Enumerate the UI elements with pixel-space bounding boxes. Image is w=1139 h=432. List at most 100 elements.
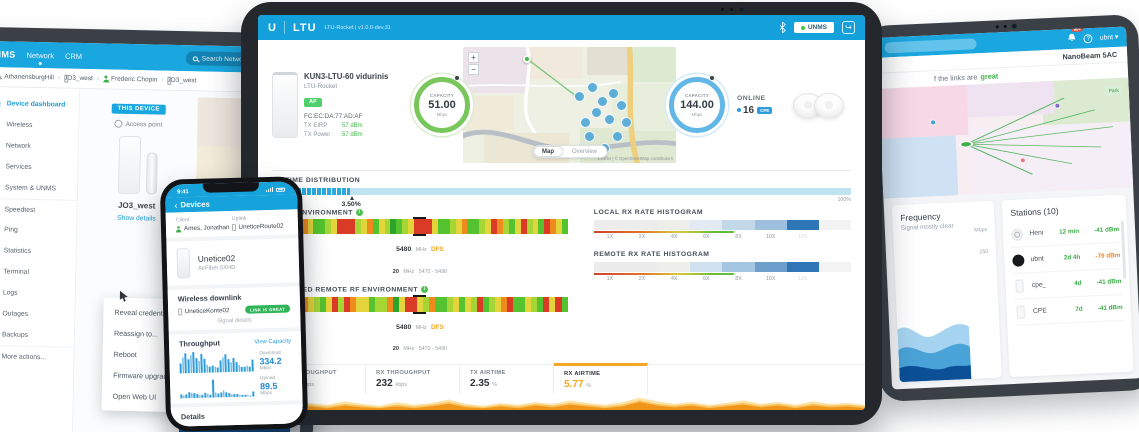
back-chevron-icon[interactable]: ‹ (174, 200, 177, 210)
map-view-toggle: Map Overview (532, 145, 607, 158)
downlink-title: Wireless downlink (178, 292, 290, 304)
rf-bandwidth-unit: MHz (403, 269, 414, 275)
cpe-map-marker[interactable] (584, 131, 595, 142)
map-zoom-in-button[interactable]: + (468, 52, 479, 63)
histogram-tick: 4X (658, 234, 690, 240)
bluetooth-icon[interactable] (779, 22, 786, 33)
sidebar-item-services[interactable]: ⚙Services (0, 156, 78, 179)
airtime-distribution-section: AIRTIME DISTRIBUTION 3.50% 0% 100% (258, 171, 865, 205)
client-uplink-row: Client Ames, Jonathan Uplink UneticeRout… (166, 209, 299, 237)
sidebar-item-outages[interactable]: ⚠Outages (0, 303, 75, 326)
bar (210, 394, 212, 397)
rf-range: 5470 - 5490 (419, 346, 447, 352)
bar (231, 394, 233, 397)
cpe-map-marker[interactable] (612, 131, 623, 142)
links-map[interactable]: Park (878, 77, 1133, 198)
bar (236, 394, 238, 397)
stat-tab-rx-airtime[interactable]: RX AIRTIME5.77 % (554, 363, 648, 394)
device-card[interactable]: Unetice02 AirFiber 5XHD (166, 238, 299, 285)
bar (245, 395, 247, 397)
nav-title[interactable]: Devices (180, 200, 210, 210)
signal-details-link[interactable]: Signal details (178, 317, 290, 326)
info-icon[interactable]: i (356, 209, 363, 216)
user-menu[interactable]: ubnt ▾ (1100, 33, 1119, 42)
breadcrumb-item-jo3-west[interactable]: JO3_west (167, 77, 196, 85)
unms-button[interactable]: UNMS (794, 22, 834, 33)
stations-title: Stations (10) (1010, 203, 1118, 218)
breadcrumb-item-athanensburghill[interactable]: AthanensburgHill (0, 73, 54, 81)
status-highlight: great (980, 71, 998, 81)
map-tab-button[interactable]: Map (533, 146, 563, 157)
search-pill[interactable] (884, 38, 976, 53)
device-model: LTU-Rocket (304, 83, 408, 90)
view-capacity-link[interactable]: View Capacity (254, 338, 291, 345)
bar (185, 353, 187, 373)
stat-unit: % (492, 382, 497, 388)
sidebar-item-wireless[interactable]: ≋Wireless (0, 114, 79, 137)
device-icon (64, 74, 68, 82)
stat-tab-tx-airtime[interactable]: TX AIRTIME2.35 % (460, 365, 554, 394)
status-text: f the links are (934, 72, 978, 83)
upload-bars-chart (180, 376, 255, 399)
cpe-map-marker[interactable] (580, 117, 591, 128)
bar (196, 394, 198, 398)
services-icon: ⚙ (0, 162, 1, 171)
bar (215, 393, 217, 398)
firmware-version: LTU-Rocket | v1.0.0-dev.31 (325, 25, 391, 31)
cpe-map-marker[interactable] (574, 91, 585, 102)
sidebar-item-statistics[interactable]: ▟Statistics (0, 240, 76, 263)
bar (252, 360, 254, 372)
bar (247, 395, 249, 397)
cpe-map-marker[interactable] (587, 82, 598, 93)
rf-frequency: 5480 (396, 246, 411, 253)
breadcrumb-item-frederic-chopin[interactable]: Frederic Chopin (103, 75, 157, 83)
breadcrumb-item-jo3-west[interactable]: JO3_west (64, 75, 93, 83)
bar (226, 392, 228, 397)
histogram-segment (722, 262, 754, 272)
cpe-map-marker[interactable] (597, 96, 608, 107)
tab-crm[interactable]: CRM (65, 51, 82, 60)
cpe-map-marker[interactable] (608, 88, 619, 99)
device-icon (167, 76, 171, 84)
show-details-link[interactable]: Show details (117, 215, 156, 223)
sidebar-item-ping[interactable]: ≈Ping (0, 219, 76, 242)
sidebar-item-backups[interactable]: ↻Backups (0, 324, 74, 347)
uplink-name[interactable]: UneticeRoute02 (238, 223, 283, 231)
rate-color-scale (594, 273, 851, 275)
map-zoom-out-button[interactable]: − (468, 64, 479, 75)
downlink-peer[interactable]: UneticeKonte02 (185, 307, 230, 315)
scrollbar[interactable] (1121, 221, 1127, 279)
rf-frequency-unit: MHz (416, 325, 427, 331)
coverage-map[interactable]: + − Map Overview Leaflet | © OpenStreetM… (463, 47, 676, 163)
sidebar-item-system-unms[interactable]: ⊙System & UNMS (0, 177, 77, 200)
sidebar-item-terminal[interactable]: ⌨Terminal (0, 261, 76, 284)
logout-icon[interactable]: ↪ (842, 21, 855, 34)
breadcrumb-separator: › (97, 75, 99, 82)
sidebar-item-logs[interactable]: ≣Logs (0, 282, 75, 305)
bar (198, 361, 200, 373)
sidebar-item-label: Device dashboard (7, 100, 66, 108)
sidebar-item-more-actions[interactable]: ⋯More actions... (0, 345, 74, 368)
cpe-map-marker[interactable] (621, 117, 632, 128)
tab-network[interactable]: Network (26, 50, 54, 60)
sidebar-item-speedtest[interactable]: ◷Speedtest (0, 198, 77, 221)
client-name[interactable]: Ames, Jonathan (184, 224, 230, 232)
sidebar-item-label: Backups (2, 331, 28, 339)
gauge-value: 51.00 (428, 99, 456, 111)
notifications-button[interactable]: 90+ (1067, 30, 1077, 48)
airtime-title: AIRTIME DISTRIBUTION (272, 177, 851, 184)
rf-bandwidth-unit: MHz (403, 346, 414, 352)
cpe-map-marker[interactable] (604, 114, 615, 125)
stations-card: Stations (10) Henryltondo12 min-41 dBmub… (1002, 195, 1134, 377)
station-signal: -41 dBm (1085, 226, 1119, 235)
gauge-label: CAPACITY (685, 93, 709, 98)
ap-badge: AP (304, 98, 322, 107)
stat-tab-rx-throughput[interactable]: RX THROUGHPUT232 kbps (366, 365, 460, 394)
info-icon[interactable]: i (421, 286, 428, 293)
station-signal: -41 dBm (1089, 304, 1123, 313)
sidebar-item-network[interactable]: ⊞Network (0, 135, 78, 158)
ap-map-marker[interactable] (523, 55, 531, 63)
help-icon[interactable]: ? (1084, 34, 1093, 43)
station-row-cpe-pelikan66[interactable]: CPE_pelikan667d-41 dBm (1014, 295, 1123, 326)
sidebar-item-device-dashboard[interactable]: ▦Device dashboard (0, 93, 79, 116)
